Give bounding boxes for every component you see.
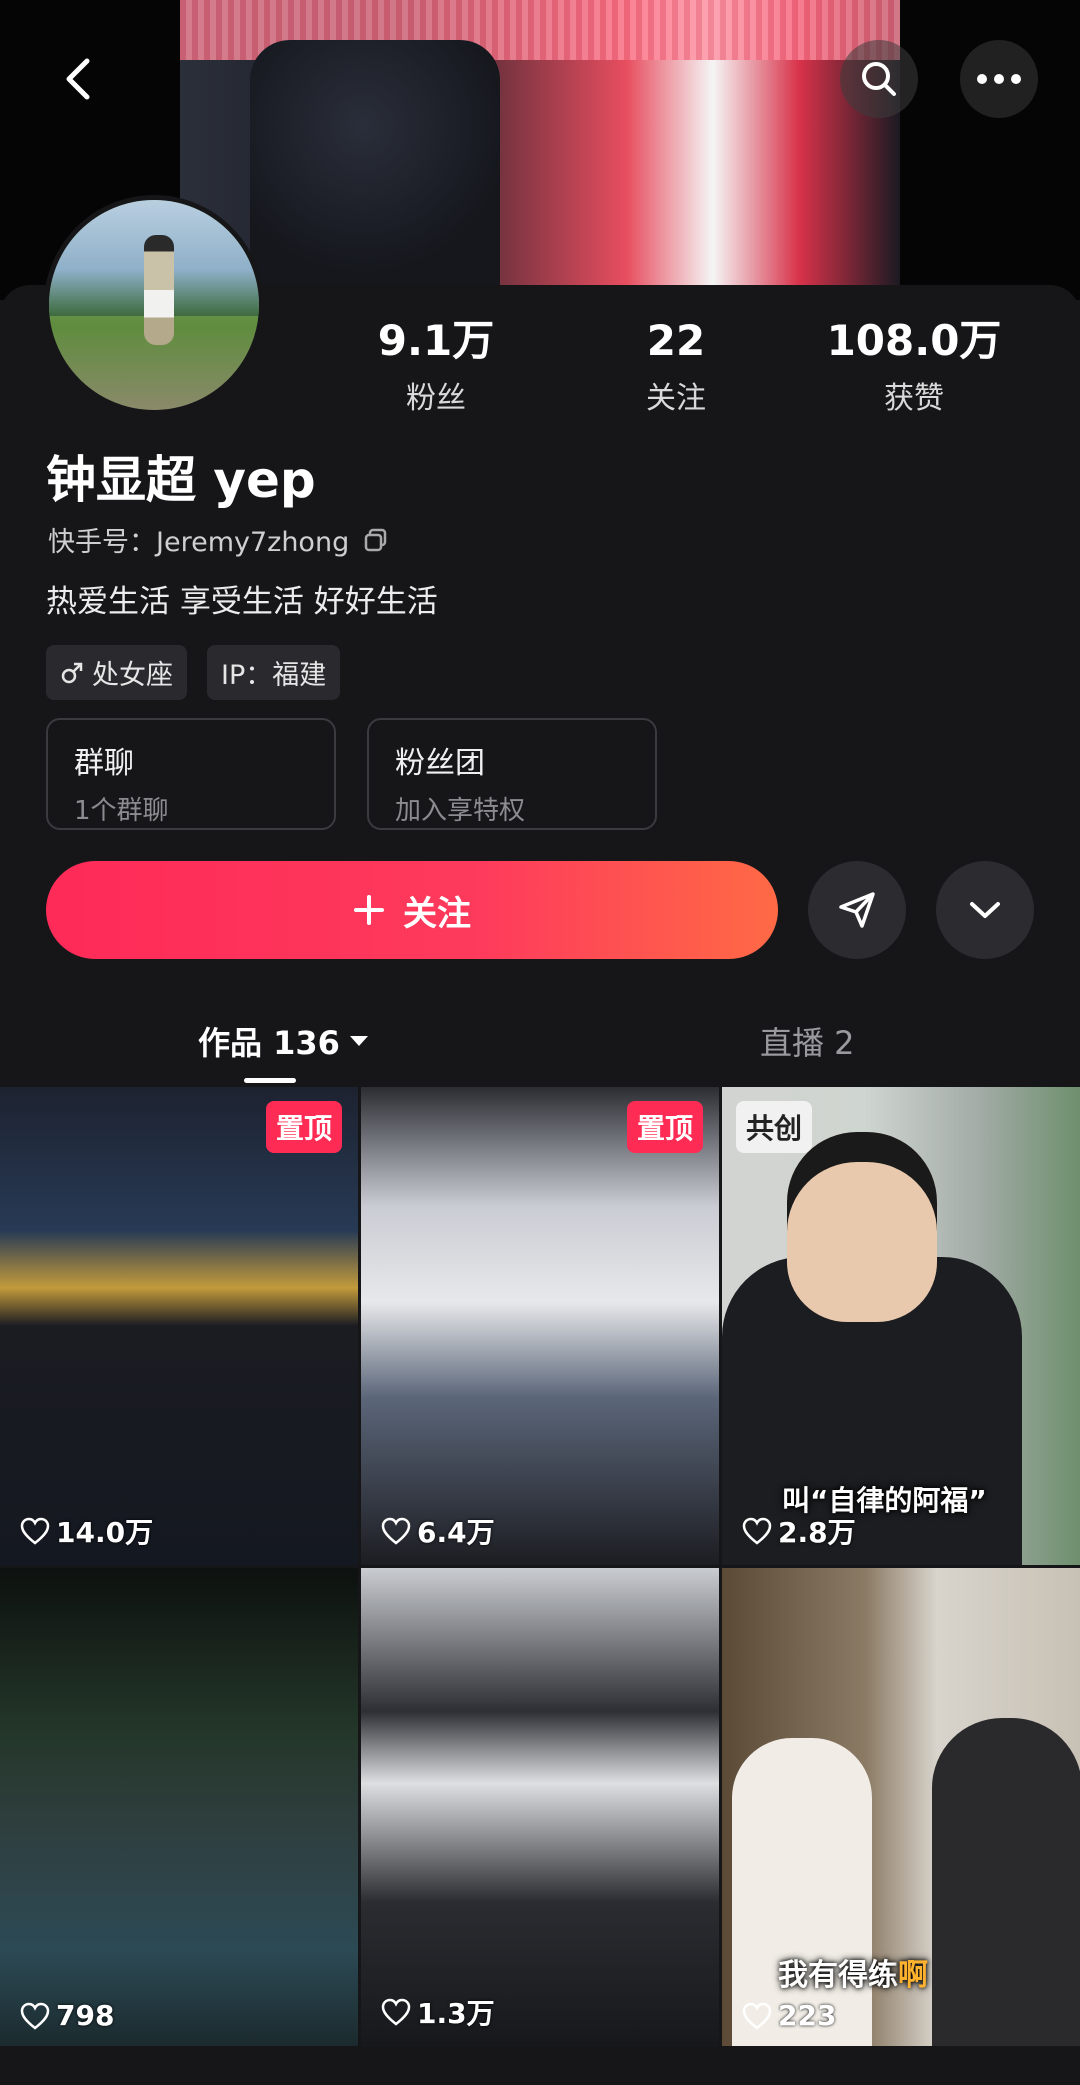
like-count-text: 6.4万 <box>417 1516 495 1549</box>
video-thumbnail[interactable]: 共创 叫“自律的阿福” 2.8万 <box>722 1087 1080 1565</box>
heart-icon <box>20 1517 50 1545</box>
profile-bio: 热爱生活 享受生活 好好生活 <box>46 584 438 620</box>
heart-icon <box>20 2002 50 2030</box>
stat-following[interactable]: 22 关注 <box>576 315 776 417</box>
chevron-down-icon <box>970 902 1000 918</box>
like-count: 223 <box>742 1999 836 2032</box>
fan-club-title: 粉丝团 <box>395 746 485 781</box>
video-grid: 置顶 14.0万 置顶 6.4万 共创 叫“自律的阿福” 2.8万 798 1.… <box>0 1087 1080 2050</box>
video-thumbnail[interactable]: 置顶 14.0万 <box>0 1087 358 1565</box>
group-chat-title: 群聊 <box>74 746 134 781</box>
tag-ip-text: IP：福建 <box>221 660 327 691</box>
tag-zodiac: 处女座 <box>46 645 187 700</box>
following-label: 关注 <box>646 381 706 416</box>
follow-button[interactable]: 关注 <box>46 861 778 959</box>
group-chat-subtitle: 1个群聊 <box>74 796 169 826</box>
pinned-badge: 置顶 <box>265 1101 342 1153</box>
like-count-text: 1.3万 <box>417 1997 495 2030</box>
like-count: 798 <box>20 1999 114 2032</box>
kuaishou-id-row: 快手号：Jeremy7zhong <box>48 520 389 559</box>
like-count: 6.4万 <box>381 1511 495 1551</box>
profile-name: 钟显超 yep <box>46 451 316 509</box>
fan-club-subtitle: 加入享特权 <box>395 796 526 826</box>
tag-zodiac-text: 处女座 <box>92 660 173 691</box>
like-count: 14.0万 <box>20 1511 153 1551</box>
pinned-badge: 置顶 <box>626 1101 703 1153</box>
search-button[interactable] <box>840 40 918 118</box>
more-button[interactable] <box>960 40 1038 118</box>
search-icon <box>862 62 896 96</box>
like-count-text: 798 <box>56 1999 115 2032</box>
like-count: 2.8万 <box>742 1511 856 1551</box>
back-button[interactable] <box>40 40 118 118</box>
group-chat-card[interactable]: 群聊 1个群聊 <box>46 718 336 830</box>
video-thumbnail[interactable]: 1.3万 <box>361 1568 719 2046</box>
likes-label: 获赞 <box>884 381 944 416</box>
heart-icon <box>381 1517 411 1545</box>
fans-label: 粉丝 <box>406 381 466 416</box>
avatar[interactable] <box>44 195 264 415</box>
profile-tags: 处女座 IP：福建 <box>46 645 341 700</box>
caret-down-icon <box>349 1036 368 1046</box>
co-create-badge: 共创 <box>736 1101 813 1153</box>
chevron-left-icon <box>66 58 90 100</box>
stat-likes[interactable]: 108.0万 获赞 <box>814 315 1014 417</box>
following-count: 22 <box>646 316 706 365</box>
share-button[interactable] <box>808 861 906 959</box>
like-count-text: 14.0万 <box>56 1516 154 1549</box>
video-caption-highlight: 啊 <box>898 1958 928 1993</box>
likes-count: 108.0万 <box>826 316 1002 365</box>
video-caption-text: 我有得练 <box>778 1958 898 1993</box>
like-count-text: 223 <box>778 1999 837 2032</box>
video-thumbnail[interactable]: 我有得练啊 223 <box>722 1568 1080 2046</box>
tab-works-label: 作品 136 <box>198 1024 340 1062</box>
follow-label: 关注 <box>403 893 471 934</box>
fan-club-card[interactable]: 粉丝团 加入享特权 <box>367 718 657 830</box>
heart-icon <box>742 1517 772 1545</box>
content-tabs: 作品 136 直播 2 <box>0 1010 1080 1085</box>
like-count-text: 2.8万 <box>778 1516 856 1549</box>
male-icon <box>61 662 83 683</box>
heart-icon <box>742 2002 772 2030</box>
video-thumbnail[interactable]: 798 <box>0 1568 358 2046</box>
plus-icon <box>354 895 384 925</box>
kuaishou-id: 快手号：Jeremy7zhong <box>48 527 350 558</box>
tab-indicator <box>244 1078 296 1083</box>
video-caption: 我有得练啊 <box>778 1950 928 1994</box>
heart-icon <box>381 1998 411 2026</box>
like-count: 1.3万 <box>381 1992 495 2032</box>
tab-works[interactable]: 作品 136 <box>198 1018 370 1064</box>
stat-fans[interactable]: 9.1万 粉丝 <box>336 315 536 417</box>
cover-photo <box>180 0 900 285</box>
tab-live[interactable]: 直播 2 <box>760 1018 855 1064</box>
tag-ip: IP：福建 <box>207 645 341 700</box>
video-thumbnail[interactable]: 置顶 6.4万 <box>361 1087 719 1565</box>
expand-button[interactable] <box>936 861 1034 959</box>
fans-count: 9.1万 <box>377 316 495 365</box>
send-icon <box>839 892 875 928</box>
copy-icon[interactable] <box>363 527 389 553</box>
more-dots-icon <box>977 74 1021 84</box>
